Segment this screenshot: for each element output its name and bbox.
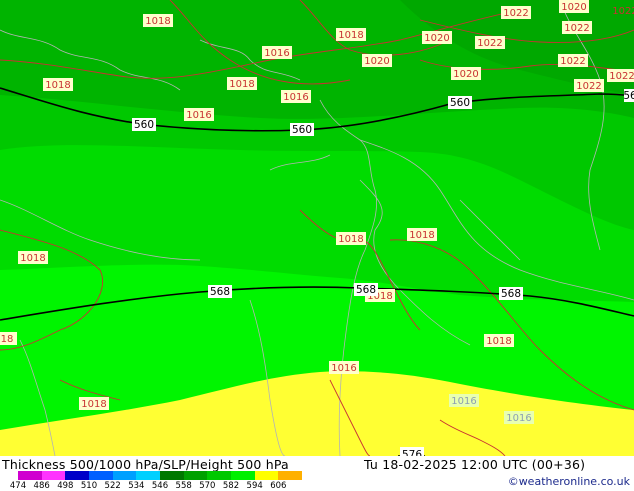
svg-text:1016: 1016 xyxy=(506,413,531,424)
svg-text:1022: 1022 xyxy=(564,23,589,34)
slp-label: 1016 xyxy=(262,46,292,59)
slp-label: 1016 xyxy=(504,411,534,424)
svg-text:18: 18 xyxy=(1,334,14,345)
svg-text:1022: 1022 xyxy=(560,56,585,67)
svg-text:1020: 1020 xyxy=(561,2,586,13)
svg-text:1016: 1016 xyxy=(186,110,211,121)
height-label: 568 xyxy=(354,283,378,296)
svg-text:576: 576 xyxy=(402,449,422,456)
slp-label: 1018 xyxy=(143,14,173,27)
thickness-color-scale xyxy=(18,471,303,480)
scale-swatch xyxy=(278,471,303,480)
svg-text:1016: 1016 xyxy=(451,396,476,407)
svg-text:1018: 1018 xyxy=(486,336,511,347)
height-label: 560 xyxy=(290,123,314,136)
scale-swatch xyxy=(231,471,255,480)
slp-label: 1018 xyxy=(407,228,437,241)
slp-label: 1016 xyxy=(184,108,214,121)
svg-text:1018: 1018 xyxy=(338,234,363,245)
svg-text:1018: 1018 xyxy=(45,80,70,91)
scale-swatch xyxy=(18,471,42,480)
svg-text:568: 568 xyxy=(210,286,230,298)
slp-label: 1022 xyxy=(558,54,588,67)
svg-text:1022: 1022 xyxy=(503,8,528,19)
scale-swatch xyxy=(207,471,232,480)
height-label: 560 xyxy=(448,96,472,109)
slp-label: 1022 xyxy=(612,6,634,17)
slp-label: 1018 xyxy=(336,28,366,41)
svg-text:1018: 1018 xyxy=(20,253,45,264)
svg-text:1018: 1018 xyxy=(145,16,170,27)
svg-text:1018: 1018 xyxy=(338,30,363,41)
scale-swatch xyxy=(136,471,161,480)
svg-text:1016: 1016 xyxy=(283,92,308,103)
credit-link[interactable]: ©weatheronline.co.uk xyxy=(508,475,630,488)
height-label: 576 xyxy=(400,447,424,456)
height-label: 560 xyxy=(132,118,156,131)
scale-swatch xyxy=(112,471,137,480)
svg-text:560: 560 xyxy=(450,97,470,109)
forecast-datetime: Tu 18-02-2025 12:00 UTC (00+36) xyxy=(364,457,586,472)
scale-swatch xyxy=(254,471,279,480)
slp-label: 1020 xyxy=(422,31,452,44)
slp-label: 1022 xyxy=(475,36,505,49)
svg-text:1022: 1022 xyxy=(609,71,634,82)
svg-text:1022: 1022 xyxy=(576,81,601,92)
svg-text:56: 56 xyxy=(623,90,634,102)
height-label: 568 xyxy=(208,285,232,298)
svg-text:1016: 1016 xyxy=(264,48,289,59)
svg-text:1020: 1020 xyxy=(424,33,449,44)
svg-text:1018: 1018 xyxy=(229,79,254,90)
slp-label: 18 xyxy=(0,332,17,345)
slp-label: 1016 xyxy=(329,361,359,374)
svg-text:1022: 1022 xyxy=(477,38,502,49)
weather-map: 1018 1018 1016 1018 1018 1016 1016 1020 … xyxy=(0,0,634,456)
slp-label: 1016 xyxy=(281,90,311,103)
svg-text:1018: 1018 xyxy=(81,399,106,410)
slp-label: 1020 xyxy=(451,67,481,80)
legend-footer: Thickness 500/1000 hPa/SLP/Height 500 hP… xyxy=(0,456,634,491)
scale-swatch xyxy=(65,471,90,480)
svg-text:1020: 1020 xyxy=(364,56,389,67)
slp-label: 1018 xyxy=(484,334,514,347)
scale-swatch xyxy=(160,471,184,480)
svg-text:1020: 1020 xyxy=(453,69,478,80)
slp-label: 1022 xyxy=(574,79,604,92)
slp-label: 1016 xyxy=(449,394,479,407)
map-title: Thickness 500/1000 hPa/SLP/Height 500 hP… xyxy=(2,457,289,472)
height-label: 56 xyxy=(623,89,634,102)
slp-label: 1018 xyxy=(43,78,73,91)
svg-text:568: 568 xyxy=(501,288,521,300)
scale-swatch xyxy=(89,471,113,480)
scale-swatch xyxy=(41,471,66,480)
height-label: 568 xyxy=(499,287,523,300)
svg-text:1018: 1018 xyxy=(409,230,434,241)
slp-label: 1022 xyxy=(501,6,531,19)
svg-text:1016: 1016 xyxy=(331,363,356,374)
slp-label: 1018 xyxy=(227,77,257,90)
slp-label: 1018 xyxy=(79,397,109,410)
svg-text:560: 560 xyxy=(134,119,154,131)
slp-label: 1018 xyxy=(18,251,48,264)
slp-label: 1018 xyxy=(336,232,366,245)
svg-text:1022: 1022 xyxy=(612,6,634,17)
slp-label: 1022 xyxy=(607,69,634,82)
slp-label: 1022 xyxy=(562,21,592,34)
svg-text:568: 568 xyxy=(356,284,376,296)
scale-swatch xyxy=(183,471,208,480)
slp-label: 1020 xyxy=(559,0,589,13)
svg-text:560: 560 xyxy=(292,124,312,136)
slp-label: 1020 xyxy=(362,54,392,67)
